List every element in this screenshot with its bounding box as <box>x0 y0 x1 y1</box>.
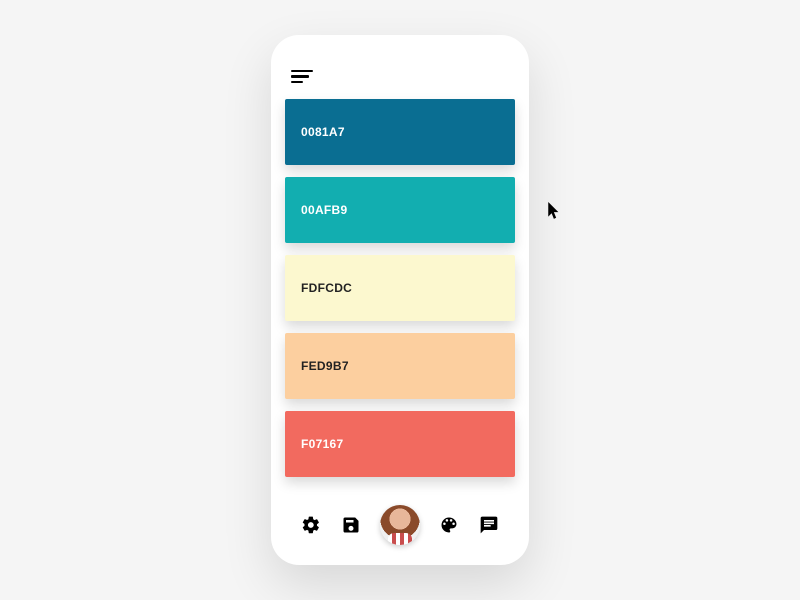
swatch-hex-label: FDFCDC <box>301 281 352 295</box>
cursor-icon <box>548 202 562 220</box>
swatch-hex-label: FED9B7 <box>301 359 349 373</box>
palette-list: 0081A7 00AFB9 FDFCDC FED9B7 F07167 <box>285 97 515 491</box>
palette-icon[interactable] <box>438 514 460 536</box>
menu-icon[interactable] <box>291 70 313 84</box>
phone-frame: 0081A7 00AFB9 FDFCDC FED9B7 F07167 <box>271 35 529 565</box>
save-icon[interactable] <box>340 514 362 536</box>
bottom-navbar <box>285 491 515 551</box>
avatar[interactable] <box>380 505 420 545</box>
topbar <box>285 55 515 97</box>
gear-icon[interactable] <box>300 514 322 536</box>
palette-swatch[interactable]: FDFCDC <box>285 255 515 321</box>
palette-swatch[interactable]: 0081A7 <box>285 99 515 165</box>
swatch-hex-label: 00AFB9 <box>301 203 347 217</box>
swatch-hex-label: 0081A7 <box>301 125 345 139</box>
palette-swatch[interactable]: FED9B7 <box>285 333 515 399</box>
swatch-hex-label: F07167 <box>301 437 344 451</box>
palette-swatch[interactable]: 00AFB9 <box>285 177 515 243</box>
palette-swatch[interactable]: F07167 <box>285 411 515 477</box>
chat-icon[interactable] <box>478 514 500 536</box>
